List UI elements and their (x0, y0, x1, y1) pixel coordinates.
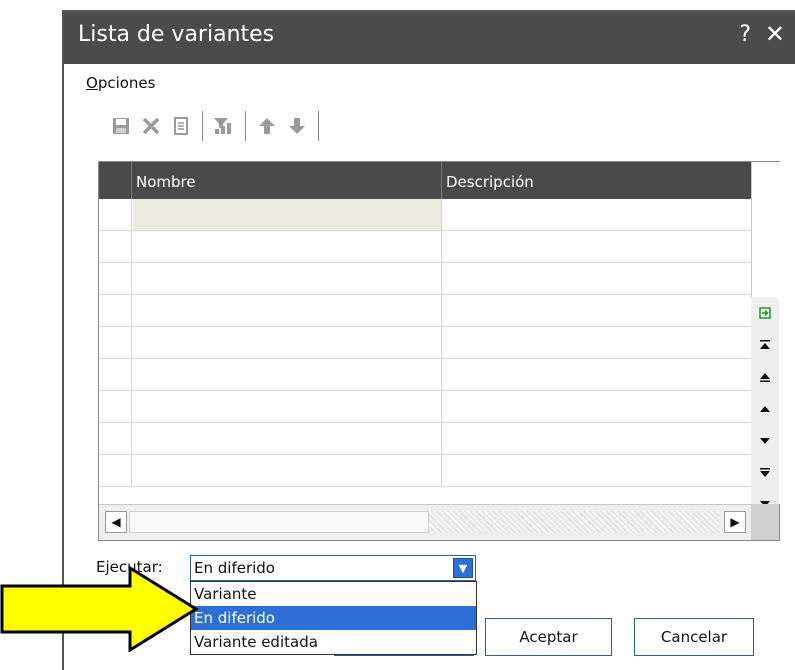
option-variante[interactable]: Variante (191, 582, 476, 606)
variants-table: Nombre Descripción ◀ ▶ (98, 161, 780, 541)
toolbar-separator (245, 111, 246, 141)
description-cell[interactable] (443, 231, 751, 262)
toolbar-separator (318, 111, 319, 141)
option-variante-editada[interactable]: Variante editada (191, 630, 476, 654)
export-icon[interactable] (751, 297, 779, 329)
first-page-icon[interactable] (751, 329, 779, 361)
description-cell[interactable] (443, 327, 751, 358)
menu-options-label: pciones (97, 74, 156, 92)
name-cell[interactable] (133, 455, 442, 486)
row-down-icon[interactable] (751, 425, 779, 457)
toolbar (108, 104, 323, 148)
row-selector[interactable] (99, 359, 132, 390)
row-selector[interactable] (99, 455, 132, 486)
chevron-down-icon[interactable]: ▼ (453, 558, 473, 578)
dialog-title: Lista de variantes (78, 22, 275, 47)
description-cell[interactable] (443, 423, 751, 454)
scroll-thumb[interactable] (129, 511, 429, 533)
scroll-left-icon[interactable]: ◀ (105, 511, 127, 533)
scroll-track[interactable] (429, 511, 719, 533)
row-navigation-buttons (751, 297, 779, 521)
execute-select-value: En diferido (194, 559, 275, 577)
name-cell[interactable] (133, 231, 442, 262)
description-cell[interactable] (443, 295, 751, 326)
move-up-icon[interactable] (254, 112, 280, 140)
table-row[interactable] (99, 295, 751, 327)
cancel-button[interactable]: Cancelar (634, 618, 754, 656)
description-cell[interactable] (443, 455, 751, 486)
accept-button[interactable]: Aceptar (485, 618, 612, 656)
filter-icon[interactable] (211, 112, 237, 140)
table-row[interactable] (99, 327, 751, 359)
option-en-diferido[interactable]: En diferido (191, 606, 476, 630)
name-cell[interactable] (133, 391, 442, 422)
row-selector[interactable] (99, 391, 132, 422)
table-row[interactable] (99, 391, 751, 423)
horizontal-scrollbar[interactable]: ◀ ▶ (99, 504, 751, 540)
table-header: Nombre Descripción (99, 162, 751, 199)
name-cell[interactable] (133, 359, 442, 390)
move-down-icon[interactable] (284, 112, 310, 140)
menu-options-mnemonic: O (86, 74, 98, 92)
name-cell[interactable] (133, 199, 442, 230)
toolbar-separator (202, 111, 203, 141)
row-selector[interactable] (99, 199, 132, 230)
execute-dropdown-list: Variante En diferido Variante editada (190, 581, 477, 655)
scroll-right-icon[interactable]: ▶ (724, 511, 746, 533)
table-row[interactable] (99, 423, 751, 455)
description-cell[interactable] (443, 391, 751, 422)
name-cell[interactable] (133, 423, 442, 454)
table-row[interactable] (99, 263, 751, 295)
scrollbar-corner (751, 504, 779, 540)
title-bar: Lista de variantes ? ✕ (64, 12, 795, 64)
table-row[interactable] (99, 199, 751, 231)
document-icon[interactable] (168, 112, 194, 140)
name-cell[interactable] (133, 263, 442, 294)
yellow-arrow-icon (0, 566, 199, 652)
description-cell[interactable] (443, 359, 751, 390)
table-row[interactable] (99, 359, 751, 391)
help-button[interactable]: ? (739, 22, 751, 47)
description-cell[interactable] (443, 199, 751, 230)
name-cell[interactable] (133, 295, 442, 326)
page-up-icon[interactable] (751, 361, 779, 393)
column-header-name[interactable]: Nombre (133, 162, 442, 199)
delete-icon[interactable] (138, 112, 164, 140)
row-selector[interactable] (99, 263, 132, 294)
row-selector[interactable] (99, 231, 132, 262)
row-selector-header[interactable] (99, 162, 132, 199)
save-icon[interactable] (108, 112, 134, 140)
row-selector[interactable] (99, 295, 132, 326)
column-header-description[interactable]: Descripción (443, 162, 751, 199)
menu-options[interactable]: Opciones (86, 74, 155, 92)
description-cell[interactable] (443, 263, 751, 294)
execute-select[interactable]: En diferido ▼ (190, 555, 476, 581)
name-cell[interactable] (133, 327, 442, 358)
table-row[interactable] (99, 231, 751, 263)
table-body (99, 199, 751, 487)
row-up-icon[interactable] (751, 393, 779, 425)
row-selector[interactable] (99, 423, 132, 454)
row-selector[interactable] (99, 327, 132, 358)
close-button[interactable]: ✕ (765, 20, 785, 48)
table-row[interactable] (99, 455, 751, 487)
page-down-icon[interactable] (751, 457, 779, 489)
